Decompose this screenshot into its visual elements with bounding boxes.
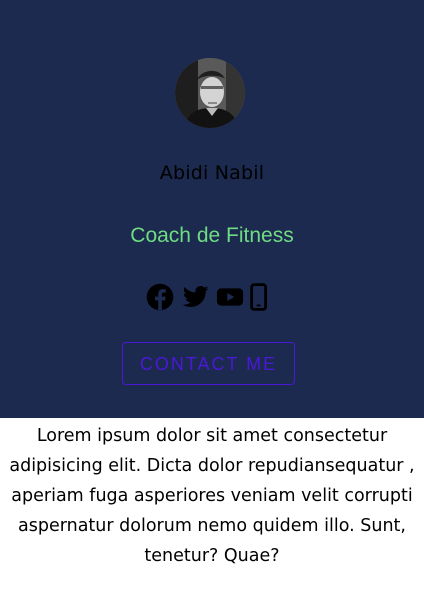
twitter-icon (182, 286, 209, 307)
profile-name: Abidi Nabil (159, 162, 265, 184)
profile-role: Coach de Fitness (130, 224, 294, 247)
mobile-phone-icon (250, 283, 268, 311)
profile-photo (175, 58, 245, 128)
bio-text: Lorem ipsum dolor sit amet consectetur a… (9, 426, 415, 566)
avatar (175, 58, 245, 128)
phone-link[interactable] (250, 283, 270, 311)
profile-hero: Abidi Nabil Coach de Fitness CONTACT ME (0, 0, 424, 418)
facebook-icon (146, 283, 174, 311)
social-links (146, 283, 278, 311)
youtube-link[interactable] (216, 283, 244, 311)
contact-me-button[interactable]: CONTACT ME (122, 342, 295, 385)
twitter-link[interactable] (181, 283, 209, 311)
youtube-icon (216, 288, 244, 306)
facebook-link[interactable] (146, 283, 174, 311)
